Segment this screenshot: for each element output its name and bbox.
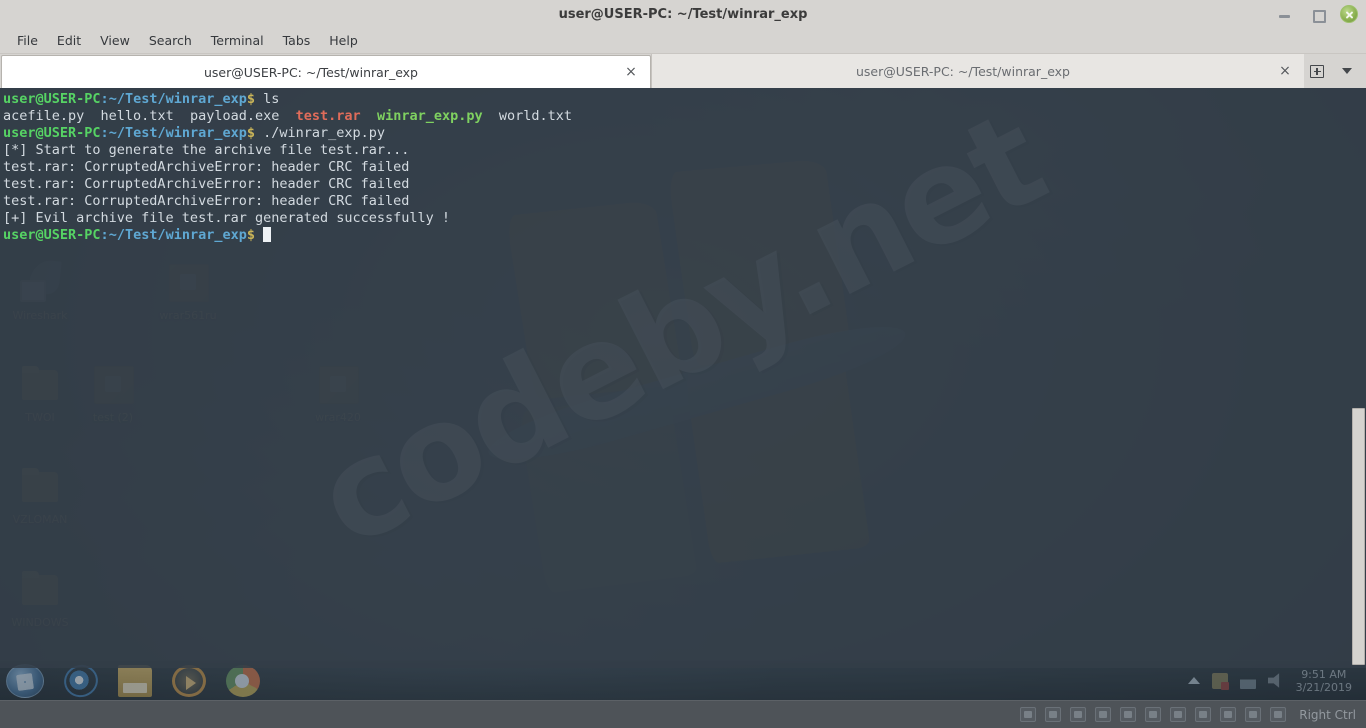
windows-explorer-icon[interactable] <box>118 665 152 697</box>
prompt-path: ~/Test/winrar_exp <box>109 91 247 107</box>
volume-icon[interactable] <box>1268 673 1284 689</box>
clock-time: 9:51 AM <box>1296 668 1352 681</box>
terminal-window: user@USER-PC: ~/Test/winrar_exp File Edi… <box>0 0 1366 668</box>
floppy-indicator-icon[interactable] <box>1070 707 1086 722</box>
window-title: user@USER-PC: ~/Test/winrar_exp <box>0 7 1366 22</box>
file-payload-exe: payload.exe <box>190 108 279 124</box>
menu-bar: File Edit View Search Terminal Tabs Help <box>0 28 1366 54</box>
terminal-line-output: test.rar: CorruptedArchiveError: header … <box>3 159 1366 176</box>
keyboard-indicator-icon[interactable] <box>1270 707 1286 722</box>
file-acefile-py: acefile.py <box>3 108 84 124</box>
menu-terminal[interactable]: Terminal <box>203 30 272 51</box>
clock[interactable]: 9:51 AM 3/21/2019 <box>1296 668 1352 694</box>
action-center-icon[interactable] <box>1240 673 1256 689</box>
terminal-command: ls <box>255 91 279 107</box>
terminal-line-output: test.rar: CorruptedArchiveError: header … <box>3 193 1366 210</box>
close-button-icon[interactable] <box>1340 5 1358 23</box>
new-tab-button[interactable] <box>1304 54 1330 88</box>
show-hidden-icons-icon[interactable] <box>1188 677 1200 684</box>
mouse-indicator-icon[interactable] <box>1245 707 1261 722</box>
terminal-line-output: [+] Evil archive file test.rar generated… <box>3 210 1366 227</box>
google-chrome-icon[interactable] <box>226 665 260 697</box>
recording-indicator-icon[interactable] <box>1195 707 1211 722</box>
file-winrar-exp-py: winrar_exp.py <box>377 108 483 124</box>
tab-bar: user@USER-PC: ~/Test/winrar_exp × user@U… <box>0 54 1366 88</box>
chevron-down-icon <box>1342 68 1352 74</box>
prompt-dollar: $ <box>247 125 255 141</box>
file-test-rar: test.rar <box>296 108 361 124</box>
network-icon[interactable] <box>1212 673 1228 689</box>
prompt-path: ~/Test/winrar_exp <box>109 125 247 141</box>
menu-tabs[interactable]: Tabs <box>275 30 319 51</box>
tab-active[interactable]: user@USER-PC: ~/Test/winrar_exp × <box>1 55 651 88</box>
text-cursor <box>263 227 271 242</box>
terminal-line-ls-output: acefile.py hello.txt payload.exe test.ra… <box>3 108 1366 125</box>
terminal-line-current-prompt: user@USER-PC:~/Test/winrar_exp$ <box>3 227 1366 244</box>
hard-disk-indicator-icon[interactable] <box>1020 707 1036 722</box>
optical-disk-indicator-icon[interactable] <box>1045 707 1061 722</box>
window-controls <box>1276 0 1358 28</box>
virtualbox-status-bar: Right Ctrl <box>0 700 1366 728</box>
terminal-line: user@USER-PC:~/Test/winrar_exp$ ls <box>3 91 1366 108</box>
tab-inactive[interactable]: user@USER-PC: ~/Test/winrar_exp × <box>651 54 1304 88</box>
display-indicator-icon[interactable] <box>1170 707 1186 722</box>
shared-folders-indicator-icon[interactable] <box>1145 707 1161 722</box>
usb-indicator-icon[interactable] <box>1120 707 1136 722</box>
media-player-icon[interactable] <box>172 665 206 697</box>
terminal-scrollbar[interactable] <box>1351 88 1366 668</box>
new-tab-icon <box>1310 65 1324 78</box>
menu-edit[interactable]: Edit <box>49 30 89 51</box>
tab-inactive-label: user@USER-PC: ~/Test/winrar_exp <box>652 64 1274 79</box>
prompt-user-host: user@USER-PC <box>3 227 101 243</box>
prompt-colon: : <box>101 227 109 243</box>
prompt-colon: : <box>101 125 109 141</box>
terminal-line-output: [*] Start to generate the archive file t… <box>3 142 1366 159</box>
title-bar: user@USER-PC: ~/Test/winrar_exp <box>0 0 1366 28</box>
prompt-user-host: user@USER-PC <box>3 91 101 107</box>
prompt-space <box>255 227 263 243</box>
tab-active-label: user@USER-PC: ~/Test/winrar_exp <box>2 65 620 80</box>
terminal-line: user@USER-PC:~/Test/winrar_exp$ ./winrar… <box>3 125 1366 142</box>
menu-help[interactable]: Help <box>321 30 366 51</box>
tab-inactive-close-icon[interactable]: × <box>1274 63 1296 79</box>
prompt-path: ~/Test/winrar_exp <box>109 227 247 243</box>
minimize-button-icon[interactable] <box>1276 5 1294 23</box>
features-indicator-icon[interactable] <box>1220 707 1236 722</box>
terminal-command: ./winrar_exp.py <box>255 125 385 141</box>
menu-search[interactable]: Search <box>141 30 200 51</box>
menu-file[interactable]: File <box>9 30 46 51</box>
host-key-label: Right Ctrl <box>1299 708 1356 722</box>
maximize-button-icon[interactable] <box>1308 5 1326 23</box>
terminal-scrollbar-thumb[interactable] <box>1352 408 1365 665</box>
terminal-line-output: test.rar: CorruptedArchiveError: header … <box>3 176 1366 193</box>
file-hello-txt: hello.txt <box>101 108 174 124</box>
tab-active-close-icon[interactable]: × <box>620 64 642 80</box>
network-indicator-icon[interactable] <box>1095 707 1111 722</box>
tab-list-button[interactable] <box>1334 54 1360 88</box>
prompt-user-host: user@USER-PC <box>3 125 101 141</box>
prompt-dollar: $ <box>247 91 255 107</box>
clock-date: 3/21/2019 <box>1296 681 1352 694</box>
menu-view[interactable]: View <box>92 30 138 51</box>
prompt-dollar: $ <box>247 227 255 243</box>
start-button[interactable] <box>6 664 44 698</box>
file-world-txt: world.txt <box>499 108 572 124</box>
terminal-output-area[interactable]: user@USER-PC:~/Test/winrar_exp$ ls acefi… <box>0 88 1366 668</box>
prompt-colon: : <box>101 91 109 107</box>
